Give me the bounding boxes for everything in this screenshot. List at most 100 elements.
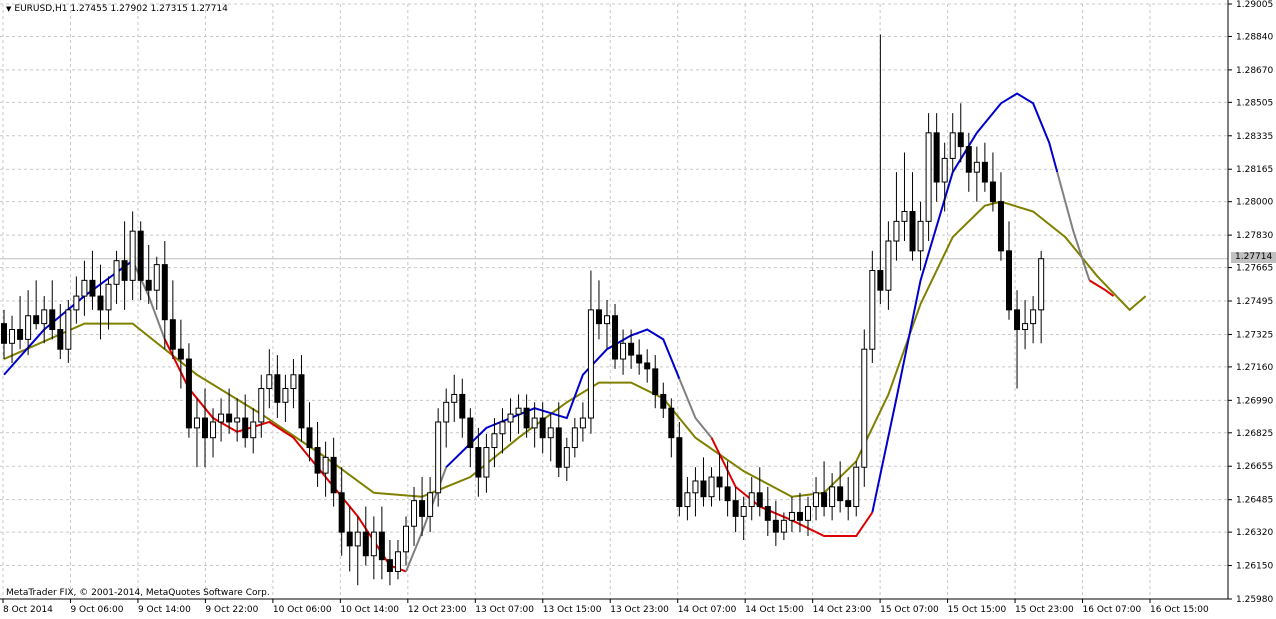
price-tick-label: 1.27495 xyxy=(1236,297,1273,307)
candle-body xyxy=(716,476,723,488)
candle xyxy=(909,172,916,261)
candle-body xyxy=(636,354,643,364)
candle xyxy=(555,402,562,478)
candle-body xyxy=(451,393,458,403)
candle xyxy=(49,280,56,340)
candle-body xyxy=(821,492,828,508)
candle-body xyxy=(732,500,739,517)
candle xyxy=(322,441,329,497)
candle-body xyxy=(893,220,900,242)
time-axis-labels: 8 Oct 2014 9 Oct 06:00 9 Oct 14:00 9 Oct 22… xyxy=(2,599,1209,615)
candle-body xyxy=(1030,309,1037,325)
candle xyxy=(748,477,755,521)
candle xyxy=(563,437,570,481)
time-tick-label: 12 Oct 23:00 xyxy=(408,605,467,615)
candle-body xyxy=(869,270,876,350)
candle-body xyxy=(563,447,570,468)
candle-body xyxy=(386,559,393,572)
candle-body xyxy=(25,315,32,340)
price-tick-label: 1.26990 xyxy=(1236,396,1273,406)
price-chart[interactable]: 1.29005 1.28840 1.28670 1.28505 1.28335 1.281… xyxy=(0,0,1276,619)
candle xyxy=(764,486,771,537)
high-value: 1.27902 xyxy=(110,4,148,14)
time-tick-label: 16 Oct 15:00 xyxy=(1150,605,1209,615)
candle xyxy=(1038,250,1045,344)
candle-body xyxy=(169,319,176,350)
candle-body xyxy=(113,260,120,285)
candle xyxy=(724,461,731,517)
candle-body xyxy=(620,342,627,360)
price-tick-label: 1.26485 xyxy=(1236,496,1273,506)
price-tick-label: 1.28165 xyxy=(1236,165,1273,175)
candle-body xyxy=(210,421,217,439)
candle xyxy=(266,349,273,409)
current-price-tag: 1.27714 xyxy=(1231,252,1276,263)
candle-body xyxy=(941,157,948,183)
candle-body xyxy=(1022,323,1029,331)
candle-body xyxy=(250,421,257,439)
candle-body xyxy=(266,374,273,390)
candle xyxy=(258,374,265,438)
candle xyxy=(129,211,136,301)
candle-body xyxy=(234,417,241,423)
candle-body xyxy=(145,279,152,291)
copyright-text: MetaTrader FIX, © 2001-2014, MetaQuotes … xyxy=(6,588,270,598)
candle-body xyxy=(973,161,980,173)
candle-body xyxy=(161,264,168,321)
candle-body xyxy=(483,447,490,478)
price-tick-label: 1.28840 xyxy=(1236,32,1273,42)
candle-body xyxy=(531,417,538,429)
candle-body xyxy=(604,315,610,325)
candle-body xyxy=(435,421,442,494)
candle-body xyxy=(129,230,136,281)
time-tick-label: 8 Oct 2014 xyxy=(3,605,53,615)
candle xyxy=(700,457,707,507)
candle-body xyxy=(185,358,192,429)
candle-body xyxy=(121,260,128,281)
candle xyxy=(612,303,619,369)
candle xyxy=(547,414,554,462)
candle-body xyxy=(282,388,289,403)
candle xyxy=(925,113,932,242)
candle xyxy=(459,378,466,438)
candle-body xyxy=(41,309,48,325)
candle xyxy=(579,402,586,442)
candle xyxy=(981,142,988,192)
candle xyxy=(17,296,24,350)
candle-body xyxy=(748,492,755,508)
candle-body xyxy=(644,362,651,370)
candle xyxy=(73,276,80,324)
chart-window[interactable]: 1.29005 1.28840 1.28670 1.28505 1.28335 1.281… xyxy=(0,0,1276,619)
candle xyxy=(732,486,739,533)
candle-body xyxy=(330,456,337,494)
candle xyxy=(451,374,458,422)
time-tick-label: 9 Oct 22:00 xyxy=(205,605,258,615)
candle xyxy=(330,437,337,507)
candle-body xyxy=(394,551,401,572)
time-tick-label: 13 Oct 07:00 xyxy=(475,605,534,615)
time-tick-label: 9 Oct 14:00 xyxy=(138,605,191,615)
candle-body xyxy=(788,511,795,521)
close-value: 1.27714 xyxy=(190,4,228,14)
candle xyxy=(153,256,160,310)
candle-body xyxy=(73,295,80,311)
candle xyxy=(692,467,699,517)
candle-body xyxy=(1038,258,1045,311)
candle xyxy=(1030,296,1037,344)
candle-body xyxy=(499,421,506,435)
candle-body xyxy=(1,323,7,344)
candle xyxy=(829,473,836,521)
candle-body xyxy=(443,401,450,423)
candle xyxy=(788,496,795,533)
candle-body xyxy=(845,500,852,508)
dropdown-triangle-icon[interactable]: ▼ xyxy=(6,5,11,13)
candle-body xyxy=(853,466,860,508)
candle-body xyxy=(411,500,418,527)
candle-body xyxy=(475,447,482,478)
candle xyxy=(1006,221,1012,320)
time-tick-label: 13 Oct 15:00 xyxy=(543,605,602,615)
candle-body xyxy=(813,492,820,508)
fast-ma-segment-up xyxy=(871,92,1059,513)
time-tick-label: 16 Oct 07:00 xyxy=(1083,605,1142,615)
candle xyxy=(427,477,434,533)
